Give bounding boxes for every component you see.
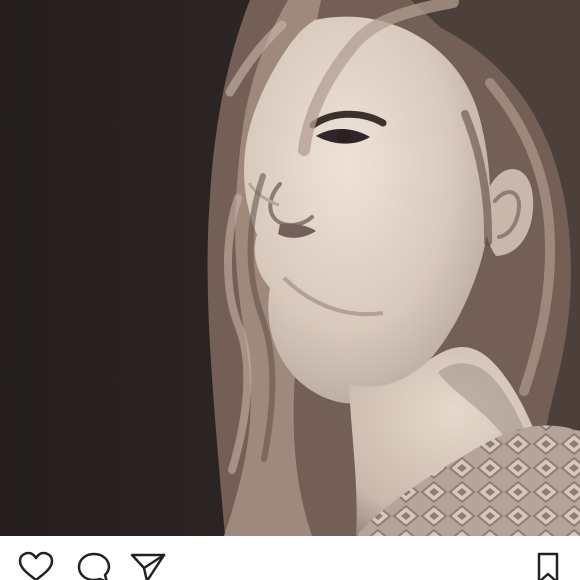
post-photo[interactable] — [0, 0, 580, 536]
heart-icon — [18, 551, 54, 580]
paper-plane-icon — [130, 553, 166, 580]
like-button[interactable] — [18, 551, 54, 580]
portrait-photo-image — [0, 0, 580, 536]
save-button[interactable] — [530, 552, 564, 580]
instagram-post — [0, 0, 580, 580]
comment-icon — [77, 552, 111, 580]
post-action-bar — [0, 536, 580, 580]
share-button[interactable] — [130, 552, 166, 580]
comment-button[interactable] — [76, 552, 112, 580]
bookmark-icon — [537, 552, 559, 580]
